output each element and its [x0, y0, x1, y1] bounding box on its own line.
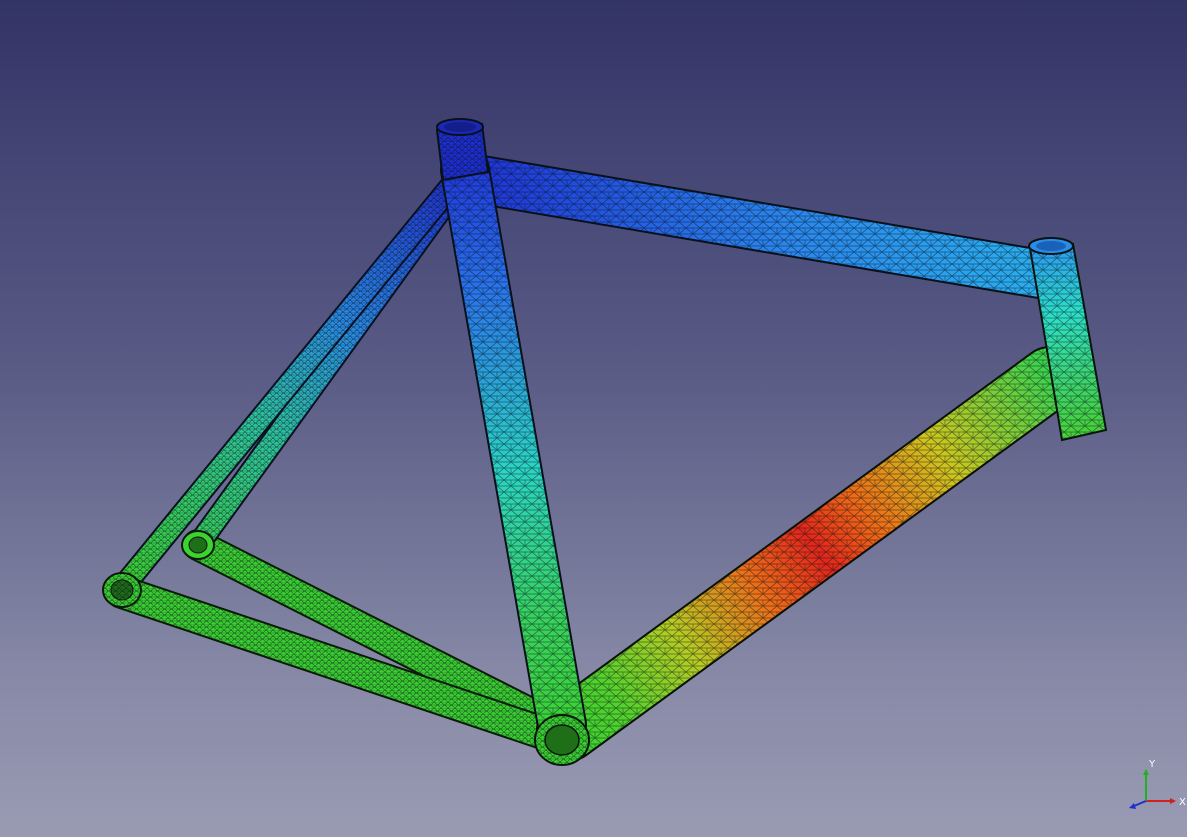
down-tube[interactable]: [536, 346, 1082, 762]
x-axis-arrow: [1170, 798, 1176, 804]
y-axis-label: Y: [1148, 759, 1156, 770]
3d-viewport[interactable]: X Y: [0, 0, 1187, 837]
axis-triad: X Y: [1129, 759, 1186, 809]
z-axis-arrow: [1129, 803, 1136, 809]
top-tube[interactable]: [465, 153, 1057, 301]
bike-frame-model[interactable]: [102, 118, 1108, 766]
seat-stay-front[interactable]: [110, 173, 464, 600]
bottom-bracket[interactable]: [534, 714, 590, 766]
seat-tube[interactable]: [440, 145, 587, 750]
rear-dropout-front[interactable]: [102, 572, 142, 608]
fem-mesh-scene[interactable]: X Y: [0, 0, 1187, 837]
rear-dropout-back[interactable]: [181, 530, 215, 560]
z-axis-line: [1133, 800, 1147, 807]
seat-tube-top[interactable]: [435, 118, 490, 182]
x-axis-label: X: [1179, 797, 1186, 808]
